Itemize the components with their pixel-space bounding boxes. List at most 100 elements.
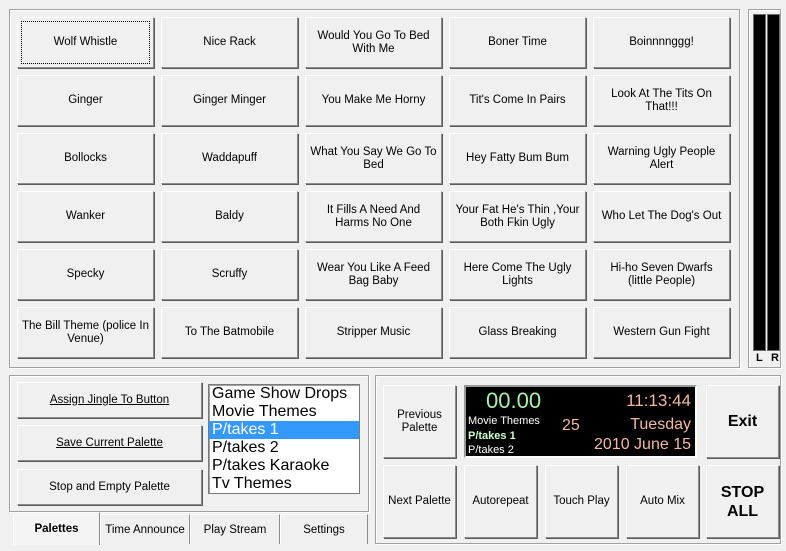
palette-list-item[interactable]: Game Show Drops (209, 385, 359, 403)
jingle-button[interactable]: Who Let The Dog's Out (593, 191, 730, 242)
jingle-label: Bollocks (64, 152, 107, 164)
jingle-button[interactable]: Baldy (161, 191, 298, 242)
exit-button[interactable]: Exit (706, 385, 779, 458)
jingle-label: You Make Me Horny (321, 94, 426, 106)
palette-list-item[interactable]: Movie Themes (209, 403, 359, 421)
jingle-button[interactable]: Stripper Music (305, 307, 442, 358)
jingle-button[interactable]: Specky (17, 249, 154, 300)
jingle-button[interactable]: Here Come The Ugly Lights (449, 249, 586, 300)
palette-list-item[interactable]: P/takes 1 (209, 421, 359, 439)
jingle-button[interactable]: Bollocks (17, 133, 154, 184)
jingle-button[interactable]: Look At The Tits On That!!! (593, 75, 730, 126)
jingle-label: Wolf Whistle (53, 36, 118, 48)
jingle-label: Tit's Come In Pairs (469, 94, 566, 106)
jingle-button[interactable]: Ginger (17, 75, 154, 126)
jingle-button[interactable]: The Bill Theme (police In Venue) (17, 307, 154, 358)
jingle-label: Glass Breaking (478, 326, 557, 338)
left-level-meter (753, 14, 766, 351)
tab-palettes[interactable]: Palettes (13, 512, 100, 545)
status-display: 00.00 11:13:44 Movie Themes P/takes 1 P/… (464, 385, 697, 458)
jingle-label: Waddapuff (202, 152, 257, 164)
next-palette-name: P/takes 2 (468, 444, 514, 456)
jingle-button[interactable]: Hey Fatty Bum Bum (449, 133, 586, 184)
jingle-label: What You Say We Go To Bed (310, 145, 437, 171)
previous-palette-button[interactable]: Previous Palette (383, 385, 456, 458)
touch-play-label: Touch Play (553, 495, 610, 507)
jingle-button[interactable]: Nice Rack (161, 17, 298, 68)
tab-play-stream[interactable]: Play Stream (190, 514, 280, 544)
stop-empty-palette-button[interactable]: Stop and Empty Palette (17, 469, 202, 505)
weekday-readout: Tuesday (630, 416, 691, 433)
autorepeat-label: Autorepeat (472, 495, 529, 507)
jingle-label: Look At The Tits On That!!! (611, 87, 712, 113)
jingle-label: Warning Ugly People Alert (607, 145, 716, 171)
jingle-label: Here Come The Ugly Lights (463, 261, 572, 287)
palette-list-item[interactable]: Tv Themes (209, 475, 359, 493)
palette-list[interactable]: Game Show Drops Movie Themes P/takes 1 P/ta… (208, 384, 360, 494)
stop-all-label: STOP ALL (720, 483, 765, 520)
jingle-label: The Bill Theme (police In Venue) (22, 319, 149, 345)
jingle-label: Your Fat He's Thin ,Your Both Fkin Ugly (455, 203, 580, 229)
jingle-label: Hey Fatty Bum Bum (466, 152, 569, 164)
stop-all-button[interactable]: STOP ALL (706, 465, 779, 538)
jingle-label: Wanker (65, 210, 106, 222)
jingle-button[interactable]: Boner Time (449, 17, 586, 68)
jingle-label: Boinnnnggg! (629, 36, 694, 48)
jingle-button[interactable]: Waddapuff (161, 133, 298, 184)
exit-label: Exit (727, 413, 758, 430)
jingle-button[interactable]: Warning Ugly People Alert (593, 133, 730, 184)
jingle-button[interactable]: Boinnnnggg! (593, 17, 730, 68)
auto-mix-button[interactable]: Auto Mix (626, 465, 699, 538)
save-palette-label: Save Current Palette (56, 436, 163, 449)
touch-play-button[interactable]: Touch Play (545, 465, 618, 538)
palette-list-item[interactable]: P/takes Karaoke (209, 457, 359, 475)
tab-settings[interactable]: Settings (280, 514, 368, 544)
jingle-button[interactable]: Wanker (17, 191, 154, 242)
jingle-button[interactable]: Would You Go To Bed With Me (305, 17, 442, 68)
jingle-label: Hi-ho Seven Dwarfs (little People) (610, 261, 713, 287)
date-readout: 2010 June 15 (594, 436, 691, 453)
jingle-label: Wear You Like A Feed Bag Baby (317, 261, 430, 287)
palette-count: 25 (562, 417, 580, 434)
jingle-label: Scruffy (211, 268, 248, 280)
left-meter-label: L (756, 352, 763, 364)
right-meter-label: R (771, 352, 779, 364)
jingle-label: Nice Rack (203, 36, 256, 48)
save-palette-button[interactable]: Save Current Palette (17, 425, 202, 461)
jingle-button[interactable]: It Fills A Need And Harms No One (305, 191, 442, 242)
assign-jingle-button[interactable]: Assign Jingle To Button (17, 382, 202, 418)
jingle-label: Western Gun Fight (613, 326, 710, 338)
jingle-button[interactable]: Glass Breaking (449, 307, 586, 358)
jingle-label: Baldy (215, 210, 244, 222)
assign-jingle-label: Assign Jingle To Button (49, 393, 170, 406)
jingle-label: It Fills A Need And Harms No One (326, 203, 421, 229)
jingle-label: To The Batmobile (184, 326, 275, 338)
jingle-label: Boner Time (488, 36, 547, 48)
palette-list-item[interactable]: P/takes 2 (209, 439, 359, 457)
playback-counter: 00.00 (486, 388, 542, 413)
tab-time-announce[interactable]: Time Announce (100, 514, 190, 544)
jingle-button[interactable]: Tit's Come In Pairs (449, 75, 586, 126)
autorepeat-button[interactable]: Autorepeat (464, 465, 537, 538)
jingle-label: Stripper Music (336, 326, 411, 338)
jingle-button[interactable]: Ginger Minger (161, 75, 298, 126)
jingle-button[interactable]: You Make Me Horny (305, 75, 442, 126)
jingle-button[interactable]: Your Fat He's Thin ,Your Both Fkin Ugly (449, 191, 586, 242)
previous-palette-name: Movie Themes (468, 415, 540, 427)
jingle-label: Ginger (68, 94, 103, 106)
auto-mix-label: Auto Mix (640, 495, 685, 507)
jingle-button[interactable]: Scruffy (161, 249, 298, 300)
next-palette-button[interactable]: Next Palette (383, 465, 456, 538)
jingle-button[interactable]: Wolf Whistle (17, 17, 154, 68)
jingle-label: Who Let The Dog's Out (601, 210, 722, 222)
stop-empty-palette-label: Stop and Empty Palette (49, 480, 170, 493)
jingle-button[interactable]: To The Batmobile (161, 307, 298, 358)
jingle-label: Specky (66, 268, 105, 280)
jingle-button[interactable]: Western Gun Fight (593, 307, 730, 358)
jingle-button[interactable]: Wear You Like A Feed Bag Baby (305, 249, 442, 300)
current-palette-name: P/takes 1 (468, 430, 516, 442)
jingle-button[interactable]: Hi-ho Seven Dwarfs (little People) (593, 249, 730, 300)
previous-palette-label: Previous Palette (397, 408, 442, 434)
jingle-button[interactable]: What You Say We Go To Bed (305, 133, 442, 184)
clock-time: 11:13:44 (626, 391, 691, 410)
